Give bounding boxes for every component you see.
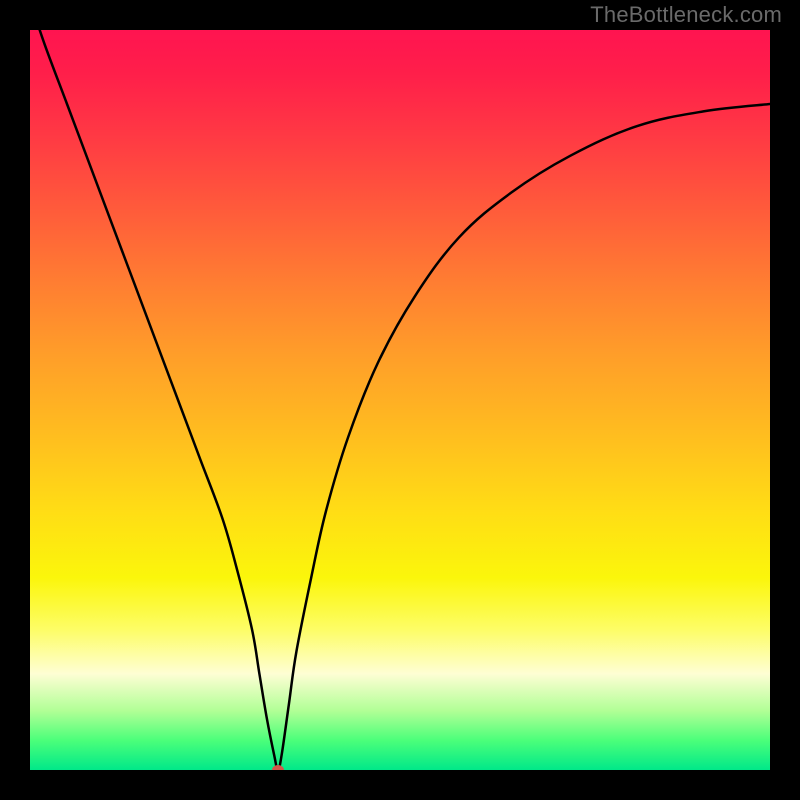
chart-frame: TheBottleneck.com [0,0,800,800]
min-marker [272,765,284,770]
plot-area [30,30,770,770]
watermark-text: TheBottleneck.com [590,2,782,28]
bottleneck-curve-path [30,30,770,770]
curve-svg [30,30,770,770]
